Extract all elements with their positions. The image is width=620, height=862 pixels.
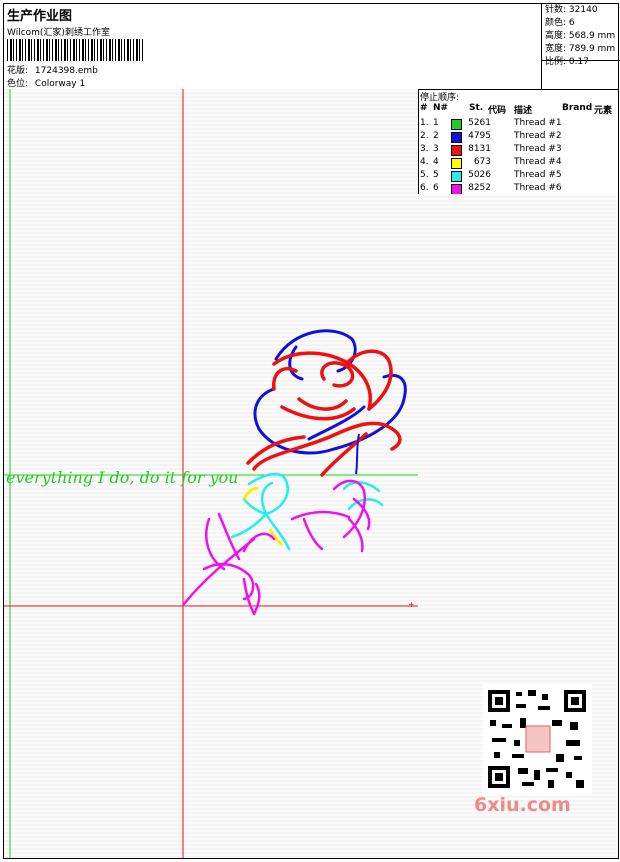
flower-magenta bbox=[182, 479, 371, 616]
thread-row: 5. 5 5026 Thread #5 bbox=[420, 170, 562, 182]
stop-sequence-header: # N# St. 代码 描述 Brand 元素 bbox=[420, 103, 616, 116]
sheet-header: 生产作业图 Wilcom(汇家)刺绣工作室 花版: 1724398.emb 色位… bbox=[4, 4, 620, 90]
barcode bbox=[7, 39, 144, 61]
colorway-value: Colorway 1 bbox=[34, 79, 86, 89]
col-n: N# bbox=[433, 103, 449, 113]
pattern-label: 花版: bbox=[7, 66, 29, 76]
production-sheet: 生产作业图 Wilcom(汇家)刺绣工作室 花版: 1724398.emb 色位… bbox=[3, 3, 620, 859]
company-name: Wilcom(汇家)刺绣工作室 bbox=[7, 28, 110, 38]
embroidery-design: + everything I do, do it for you bbox=[4, 89, 418, 858]
pattern-value: 1724398.emb bbox=[34, 66, 98, 76]
color-swatch bbox=[451, 158, 462, 169]
stat-colors: 颜色: 6 bbox=[545, 18, 575, 28]
design-script-text: everything I do, do it for you bbox=[6, 468, 238, 487]
stop-sequence-panel: 停止顺序: # N# St. 代码 描述 Brand 元素 1. 1 5261 … bbox=[418, 89, 618, 195]
stats-divider bbox=[542, 60, 620, 74]
watermark-logo: 6xiu.com bbox=[474, 794, 571, 816]
stat-width: 宽度: 789.9 mm bbox=[545, 44, 616, 54]
col-stitches: St. bbox=[469, 103, 484, 113]
thread-row: 4. 4 673 Thread #4 bbox=[420, 157, 562, 169]
colorway-label: 色位: bbox=[7, 79, 29, 89]
col-desc: 描述 bbox=[514, 106, 533, 116]
color-swatch bbox=[451, 119, 462, 130]
colorway: 色位: Colorway 1 bbox=[7, 76, 85, 89]
thread-row: 2. 2 4795 Thread #2 bbox=[420, 131, 562, 143]
origin-marker: + bbox=[408, 600, 415, 609]
thread-row: 3. 3 8131 Thread #3 bbox=[420, 144, 562, 156]
stat-stitches: 针数: 32140 bbox=[545, 5, 598, 15]
design-canvas: + everything I do, do it for you bbox=[4, 89, 419, 858]
design-stats: 针数: 32140 颜色: 6 高度: 568.9 mm 宽度: 789.9 m… bbox=[541, 4, 620, 89]
color-swatch bbox=[451, 145, 462, 156]
rose-red-petals bbox=[246, 349, 402, 477]
qr-code bbox=[482, 684, 592, 794]
color-swatch bbox=[451, 171, 462, 182]
side-panel: 6xiu.com bbox=[418, 194, 618, 858]
sheet-title: 生产作业图 bbox=[7, 9, 73, 24]
color-swatch bbox=[451, 132, 462, 143]
col-seq: # bbox=[420, 103, 428, 113]
qr-code-graphic bbox=[482, 684, 592, 794]
thread-row: 1. 1 5261 Thread #1 bbox=[420, 118, 562, 130]
stop-sequence-caption: 停止顺序: bbox=[420, 93, 460, 103]
col-brand: Brand bbox=[562, 103, 593, 113]
stat-height: 高度: 568.9 mm bbox=[545, 31, 616, 41]
col-code: 代码 bbox=[488, 106, 507, 116]
pattern-file: 花版: 1724398.emb bbox=[7, 63, 98, 76]
col-element: 元素 bbox=[594, 106, 613, 116]
